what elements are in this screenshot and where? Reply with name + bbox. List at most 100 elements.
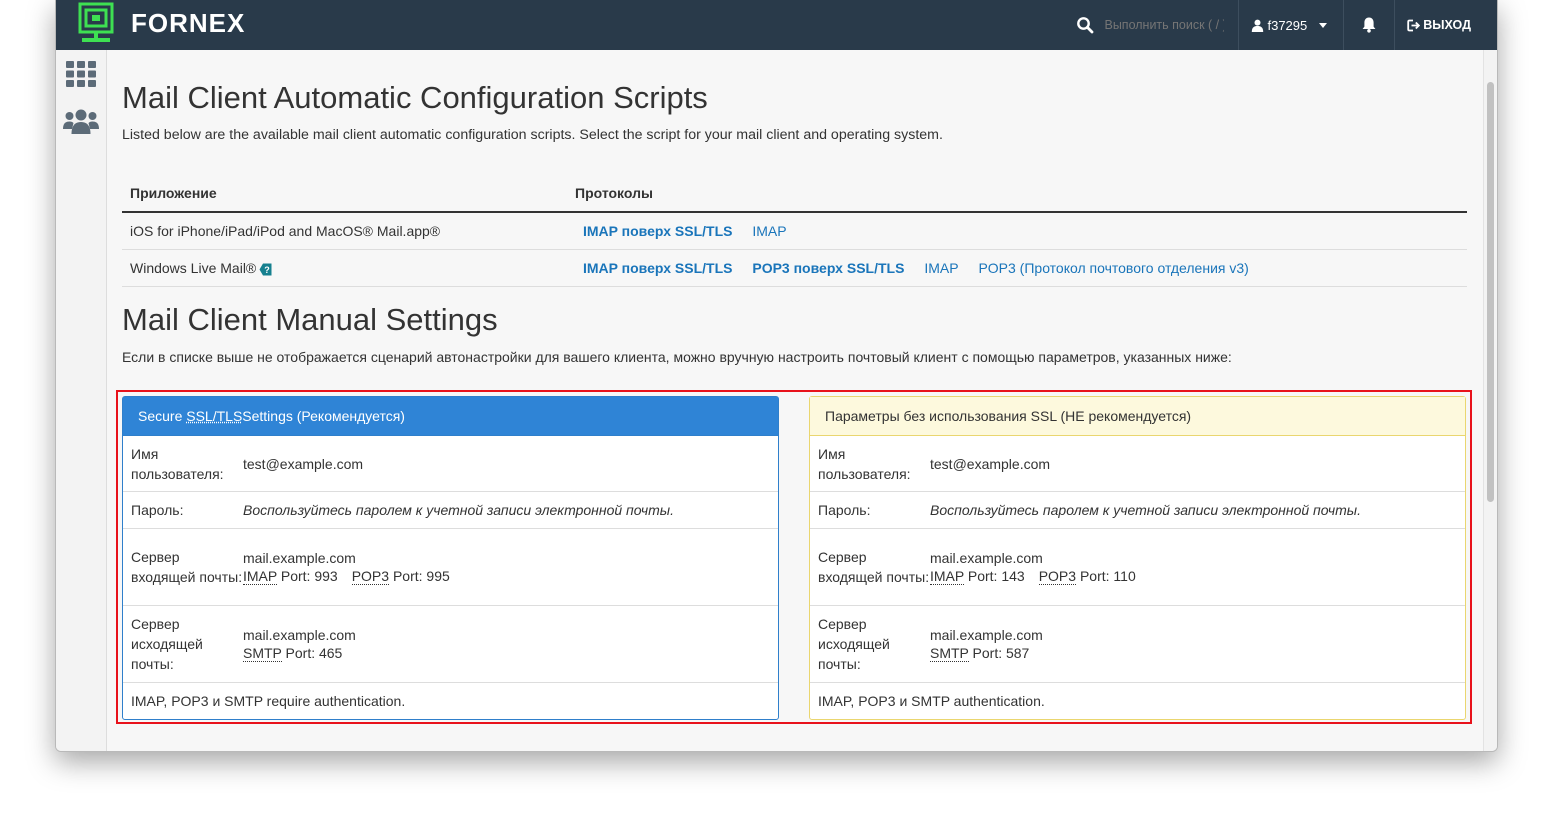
ssl-heading-post: Settings (Рекомендуется) xyxy=(242,408,405,424)
user-menu[interactable]: f37295 xyxy=(1239,0,1343,50)
incoming-ports: IMAP Port: 143 POP3 Port: 110 xyxy=(930,567,1465,585)
logout-button[interactable]: ВЫХОД xyxy=(1395,0,1497,50)
ssl-heading-abbr: SSL/TLS xyxy=(186,408,243,424)
outgoing-ports: SMTP Port: 465 xyxy=(243,644,778,662)
table-row: iOS for iPhone/iPad/iPod and MacOS® Mail… xyxy=(122,212,1467,250)
incoming-server-row: Сервер входящей почты: mail.example.com … xyxy=(810,529,1465,606)
grid-icon xyxy=(66,61,96,87)
password-value: Воспользуйтесь паролем к учетной записи … xyxy=(243,501,778,519)
app-name: iOS for iPhone/iPad/iPod and MacOS® Mail… xyxy=(122,212,567,250)
fornex-logo-icon xyxy=(78,0,114,46)
auth-note: IMAP, POP3 и SMTP authentication. xyxy=(818,693,1045,709)
outgoing-server-value: mail.example.com SMTP Port: 587 xyxy=(930,626,1465,662)
logout-label: ВЫХОД xyxy=(1423,18,1471,32)
link-imap[interactable]: IMAP xyxy=(924,260,958,276)
imap-port: Port: 993 xyxy=(280,568,338,584)
outgoing-server-label: Сервер исходящей почты: xyxy=(131,616,203,672)
incoming-server-value: mail.example.com IMAP Port: 143 POP3 Port… xyxy=(930,549,1465,585)
help-icon[interactable]: ? xyxy=(259,263,272,276)
auto-config-description: Listed below are the available mail clie… xyxy=(122,127,943,143)
incoming-ports: IMAP Port: 993 POP3 Port: 995 xyxy=(243,567,778,585)
auto-config-title: Mail Client Automatic Configuration Scri… xyxy=(122,80,708,115)
scrollbar[interactable] xyxy=(1483,50,1497,751)
username: f37295 xyxy=(1267,17,1308,33)
username-label: Имя пользователя: xyxy=(818,445,911,482)
browser-window: FORNEX f37295 xyxy=(55,0,1498,752)
manual-settings-description: Если в списке выше не отображается сцена… xyxy=(122,349,1232,365)
pop3-abbr: POP3 xyxy=(351,568,390,585)
sidebar-item-users[interactable] xyxy=(56,98,106,146)
manual-settings-title: Mail Client Manual Settings xyxy=(122,302,498,337)
password-text: Воспользуйтесь паролем к учетной записи … xyxy=(930,502,1361,518)
search-box xyxy=(1076,0,1238,50)
sidebar xyxy=(56,50,107,751)
username-row: Имя пользователя: test@example.com xyxy=(123,436,778,492)
link-imap-ssl[interactable]: IMAP поверх SSL/TLS xyxy=(583,260,732,276)
incoming-host: mail.example.com xyxy=(930,550,1043,566)
pop3-port: Port: 995 xyxy=(392,568,450,584)
username-row: Имя пользователя: test@example.com xyxy=(810,436,1465,492)
outgoing-server-value: mail.example.com SMTP Port: 465 xyxy=(243,626,778,662)
outgoing-ports: SMTP Port: 587 xyxy=(930,644,1465,662)
incoming-server-label: Сервер входящей почты: xyxy=(818,549,930,585)
search-input[interactable] xyxy=(1104,18,1225,32)
search-icon[interactable] xyxy=(1076,16,1094,34)
sidebar-item-tools[interactable] xyxy=(56,50,106,98)
logout-icon xyxy=(1407,19,1421,31)
auto-config-table: Приложение Протоколы iOS for iPhone/iPad… xyxy=(122,175,1467,287)
column-header-protocols: Протоколы xyxy=(567,175,1467,213)
column-header-app: Приложение xyxy=(122,175,567,213)
username-value: test@example.com xyxy=(243,455,364,472)
navbar-right: f37295 ВЫХОД xyxy=(1076,0,1497,50)
password-label: Пароль: xyxy=(131,502,184,518)
imap-abbr: IMAP xyxy=(243,568,277,585)
link-pop3[interactable]: POP3 (Протокол почтового отделения v3) xyxy=(978,260,1248,276)
protocol-links: IMAP поверх SSL/TLS POP3 поверх SSL/TLS … xyxy=(567,249,1467,287)
top-navbar: FORNEX f37295 xyxy=(56,0,1497,50)
protocol-links: IMAP поверх SSL/TLS IMAP xyxy=(567,212,1467,250)
app-name-cell: Windows Live Mail®? xyxy=(122,249,567,287)
ssl-panel-heading: Secure SSL/TLS Settings (Рекомендуется) xyxy=(123,397,778,436)
password-row: Пароль: Воспользуйтесь паролем к учетной… xyxy=(810,492,1465,529)
username-label: Имя пользователя: xyxy=(131,445,224,482)
outgoing-server-label: Сервер исходящей почты: xyxy=(818,616,890,672)
username-value: test@example.com xyxy=(930,455,1051,472)
incoming-host: mail.example.com xyxy=(243,550,356,566)
bell-icon xyxy=(1362,17,1376,33)
password-row: Пароль: Воспользуйтесь паролем к учетной… xyxy=(123,492,778,529)
password-text: Воспользуйтесь паролем к учетной записи … xyxy=(243,502,674,518)
smtp-abbr: SMTP xyxy=(930,645,969,662)
scrollbar-thumb[interactable] xyxy=(1487,82,1494,502)
nossl-settings-panel: Параметры без использования SSL (НЕ реко… xyxy=(809,396,1466,720)
smtp-port: Port: 587 xyxy=(972,645,1030,661)
svg-text:?: ? xyxy=(265,265,271,275)
outgoing-server-row: Сервер исходящей почты: mail.example.com… xyxy=(810,606,1465,683)
users-icon xyxy=(63,109,99,134)
incoming-server-value: mail.example.com IMAP Port: 993 POP3 Port… xyxy=(243,549,778,585)
smtp-port: Port: 465 xyxy=(285,645,343,661)
nossl-panel-heading: Параметры без использования SSL (НЕ реко… xyxy=(810,397,1465,436)
link-imap[interactable]: IMAP xyxy=(752,223,786,239)
outgoing-host: mail.example.com xyxy=(243,627,356,643)
notifications-button[interactable] xyxy=(1344,0,1394,50)
logo[interactable]: FORNEX xyxy=(78,0,245,50)
ssl-settings-panel: Secure SSL/TLS Settings (Рекомендуется) … xyxy=(122,396,779,720)
incoming-server-label: Сервер входящей почты: xyxy=(131,549,243,585)
imap-abbr: IMAP xyxy=(930,568,964,585)
pop3-port: Port: 110 xyxy=(1079,568,1136,584)
app-name: Windows Live Mail® xyxy=(130,260,257,276)
logo-text: FORNEX xyxy=(131,7,246,38)
imap-port: Port: 143 xyxy=(967,568,1025,584)
password-label: Пароль: xyxy=(818,502,871,518)
outgoing-host: mail.example.com xyxy=(930,627,1043,643)
user-icon xyxy=(1252,19,1264,32)
ssl-heading-pre: Secure xyxy=(138,408,183,424)
table-header-row: Приложение Протоколы xyxy=(122,175,1467,213)
auth-note: IMAP, POP3 и SMTP require authentication… xyxy=(131,693,406,709)
outgoing-server-row: Сервер исходящей почты: mail.example.com… xyxy=(123,606,778,683)
caret-down-icon xyxy=(1319,22,1328,28)
link-pop3-ssl[interactable]: POP3 поверх SSL/TLS xyxy=(752,260,904,276)
pop3-abbr: POP3 xyxy=(1038,568,1077,585)
link-imap-ssl[interactable]: IMAP поверх SSL/TLS xyxy=(583,223,732,239)
password-value: Воспользуйтесь паролем к учетной записи … xyxy=(930,501,1465,519)
